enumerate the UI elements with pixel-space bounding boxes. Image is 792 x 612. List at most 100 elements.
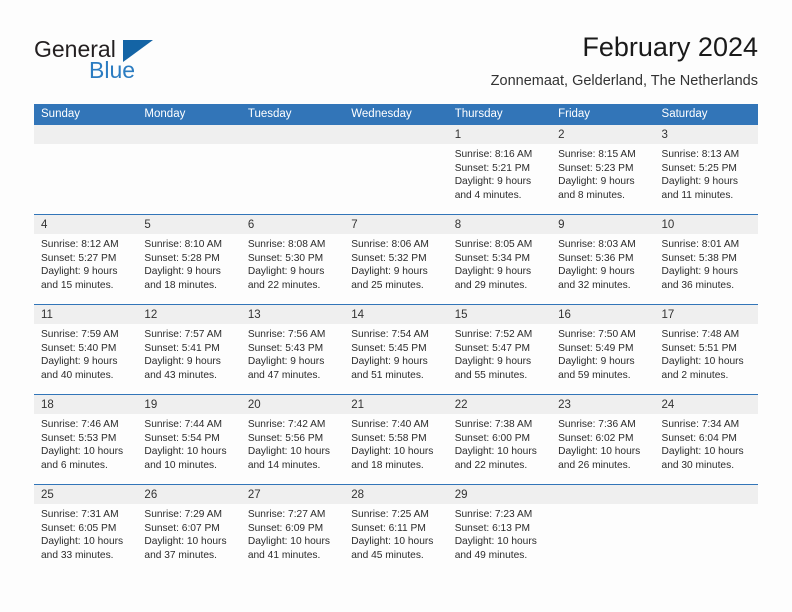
calendar-day-cell[interactable]: 14 Sunrise: 7:54 AM Sunset: 5:45 PM Dayligh… <box>344 305 448 394</box>
day-detail-line: Sunrise: 7:54 AM <box>351 329 429 340</box>
calendar-day-cell[interactable]: 8 Sunrise: 8:05 AM Sunset: 5:34 PM Daylight… <box>447 215 552 304</box>
day-detail-line: Sunset: 5:54 PM <box>144 432 220 444</box>
day-detail-line: Sunset: 6:09 PM <box>247 522 324 534</box>
calendar-day-cell[interactable]: 4 Sunrise: 8:12 AM Sunset: 5:27 PM Daylight… <box>34 215 138 304</box>
calendar-day-cell[interactable]: 21 Sunrise: 7:40 AM Sunset: 5:58 PM Dayligh… <box>344 395 448 484</box>
calendar-day-cell[interactable]: 16 Sunrise: 7:50 AM Sunset: 5:49 PM Dayligh… <box>551 305 655 394</box>
day-number-band: 26 <box>137 485 241 504</box>
day-details <box>34 144 137 148</box>
day-detail-line: Daylight: 10 hours <box>41 536 124 548</box>
day-detail-line: Daylight: 9 hours <box>247 356 325 368</box>
calendar-day-cell[interactable]: 17 Sunrise: 7:48 AM Sunset: 5:51 PM Dayligh… <box>654 305 758 394</box>
calendar-day-cell[interactable]: 20 Sunrise: 7:42 AM Sunset: 5:56 PM Dayligh… <box>240 395 345 484</box>
day-number-band: 14 <box>344 305 448 324</box>
calendar-day-cell[interactable]: 12 Sunrise: 7:57 AM Sunset: 5:41 PM Dayligh… <box>137 305 241 394</box>
calendar-day-cell[interactable]: 22 Sunrise: 7:38 AM Sunset: 6:00 PM Dayligh… <box>447 395 552 484</box>
day-detail-line: Sunset: 5:43 PM <box>247 342 324 354</box>
weekday-header-wednesday: Wednesday <box>351 108 412 120</box>
day-number: 15 <box>454 309 468 321</box>
day-detail-line: Daylight: 10 hours <box>144 536 227 548</box>
calendar-day-cell[interactable]: 25 Sunrise: 7:31 AM Sunset: 6:05 PM Dayligh… <box>34 485 138 574</box>
day-detail-line: and 55 minutes. <box>454 369 528 381</box>
calendar-day-cell[interactable]: 7 Sunrise: 8:06 AM Sunset: 5:32 PM Daylight… <box>344 215 448 304</box>
day-number-band: 16 <box>551 305 655 324</box>
day-detail-line: Sunrise: 8:10 AM <box>144 239 223 250</box>
calendar-day-cell[interactable]: 3 Sunrise: 8:13 AM Sunset: 5:25 PM Daylight… <box>654 125 758 214</box>
day-details: Sunrise: 7:29 AM Sunset: 6:07 PM Daylight:… <box>137 504 240 562</box>
day-detail-line: Sunrise: 7:59 AM <box>41 329 119 340</box>
day-number-band: 2 <box>551 125 655 144</box>
calendar-day-cell[interactable]: 27 Sunrise: 7:27 AM Sunset: 6:09 PM Dayligh… <box>240 485 345 574</box>
day-number: 3 <box>661 129 668 141</box>
day-detail-line: and 22 minutes. <box>454 459 528 471</box>
day-detail-line: and 11 minutes. <box>661 189 734 201</box>
calendar-day-cell[interactable]: 6 Sunrise: 8:08 AM Sunset: 5:30 PM Daylight… <box>240 215 345 304</box>
calendar-day-cell[interactable]: 23 Sunrise: 7:36 AM Sunset: 6:02 PM Dayligh… <box>551 395 655 484</box>
day-detail-line: and 4 minutes. <box>454 189 522 201</box>
day-detail-line: Sunset: 5:56 PM <box>247 432 324 444</box>
calendar-day-cell[interactable]: 28 Sunrise: 7:25 AM Sunset: 6:11 PM Dayligh… <box>344 485 448 574</box>
day-details: Sunrise: 7:42 AM Sunset: 5:56 PM Daylight:… <box>241 414 344 472</box>
day-number-band <box>344 125 448 144</box>
day-details: Sunrise: 7:44 AM Sunset: 5:54 PM Daylight:… <box>137 414 240 472</box>
calendar-day-cell[interactable]: 13 Sunrise: 7:56 AM Sunset: 5:43 PM Dayligh… <box>240 305 345 394</box>
calendar-day-cell[interactable]: 9 Sunrise: 8:03 AM Sunset: 5:36 PM Daylight… <box>551 215 655 304</box>
calendar-day-cell[interactable]: 29 Sunrise: 7:23 AM Sunset: 6:13 PM Dayligh… <box>447 485 552 574</box>
calendar-day-cell-empty[interactable] <box>344 125 448 214</box>
calendar-day-cell-empty[interactable] <box>137 125 241 214</box>
calendar-day-cell-empty[interactable] <box>240 125 345 214</box>
day-detail-line: Sunset: 5:30 PM <box>247 252 324 264</box>
day-number-band: 7 <box>344 215 448 234</box>
day-detail-line: Sunset: 5:45 PM <box>351 342 427 354</box>
day-detail-line: and 30 minutes. <box>661 459 735 471</box>
day-detail-line: Daylight: 9 hours <box>41 356 118 368</box>
day-details: Sunrise: 8:15 AM Sunset: 5:23 PM Daylight:… <box>551 144 654 202</box>
calendar-week-row: 11 Sunrise: 7:59 AM Sunset: 5:40 PM Dayligh… <box>34 304 758 394</box>
calendar-day-cell[interactable]: 5 Sunrise: 8:10 AM Sunset: 5:28 PM Daylight… <box>137 215 241 304</box>
calendar-week-row: 18 Sunrise: 7:46 AM Sunset: 5:53 PM Dayligh… <box>34 394 758 484</box>
day-detail-line: Daylight: 9 hours <box>144 356 221 368</box>
day-detail-line: and 51 minutes. <box>351 369 424 381</box>
day-number: 1 <box>454 129 462 141</box>
day-number-band <box>137 125 241 144</box>
day-detail-line: Daylight: 9 hours <box>351 356 428 368</box>
calendar-day-cell[interactable]: 11 Sunrise: 7:59 AM Sunset: 5:40 PM Dayligh… <box>34 305 138 394</box>
day-number-band: 29 <box>447 485 552 504</box>
day-details <box>241 144 344 148</box>
page-title: February 2024 <box>582 32 758 62</box>
brand-logo[interactable]: General Blue <box>34 36 204 88</box>
day-detail-line: Daylight: 9 hours <box>454 266 532 278</box>
calendar-day-cell-empty[interactable] <box>34 125 138 214</box>
day-number-band: 24 <box>654 395 758 414</box>
day-detail-line: Sunrise: 8:13 AM <box>661 149 740 160</box>
day-detail-line: Daylight: 10 hours <box>351 446 434 458</box>
calendar-day-cell[interactable]: 2 Sunrise: 8:15 AM Sunset: 5:23 PM Daylight… <box>551 125 655 214</box>
day-number-band: 4 <box>34 215 138 234</box>
calendar-day-cell[interactable]: 15 Sunrise: 7:52 AM Sunset: 5:47 PM Dayligh… <box>447 305 552 394</box>
day-number-band: 22 <box>447 395 552 414</box>
calendar-day-cell[interactable]: 1 Sunrise: 8:16 AM Sunset: 5:21 PM Daylight… <box>447 125 552 214</box>
day-detail-line: Sunrise: 8:05 AM <box>454 239 533 250</box>
day-detail-line: Sunset: 6:07 PM <box>144 522 220 534</box>
day-detail-line: Daylight: 9 hours <box>41 266 118 278</box>
day-detail-line: Sunrise: 7:38 AM <box>454 419 533 430</box>
day-detail-line: Sunset: 6:11 PM <box>351 522 426 534</box>
calendar-day-cell-empty[interactable] <box>654 485 758 574</box>
calendar-day-cell-empty[interactable] <box>551 485 655 574</box>
day-details: Sunrise: 8:01 AM Sunset: 5:38 PM Daylight:… <box>655 234 758 292</box>
day-number-band: 1 <box>447 125 552 144</box>
day-detail-line: Sunrise: 7:25 AM <box>351 509 429 520</box>
day-details: Sunrise: 7:25 AM Sunset: 6:11 PM Daylight:… <box>344 504 447 562</box>
calendar-day-cell[interactable]: 10 Sunrise: 8:01 AM Sunset: 5:38 PM Dayligh… <box>654 215 758 304</box>
page-subtitle: Zonnemaat, Gelderland, The Netherlands <box>490 73 758 89</box>
calendar-weeks: 1 Sunrise: 8:16 AM Sunset: 5:21 PM Daylight… <box>34 125 758 574</box>
day-detail-line: and 41 minutes. <box>247 549 321 561</box>
day-detail-line: Sunrise: 7:40 AM <box>351 419 429 430</box>
calendar-day-cell[interactable]: 24 Sunrise: 7:34 AM Sunset: 6:04 PM Dayligh… <box>654 395 758 484</box>
day-number: 17 <box>661 309 675 321</box>
weekday-header-monday: Monday <box>144 108 186 120</box>
weekday-header-friday: Friday <box>558 108 591 120</box>
calendar-day-cell[interactable]: 18 Sunrise: 7:46 AM Sunset: 5:53 PM Dayligh… <box>34 395 138 484</box>
calendar-day-cell[interactable]: 19 Sunrise: 7:44 AM Sunset: 5:54 PM Dayligh… <box>137 395 241 484</box>
calendar-day-cell[interactable]: 26 Sunrise: 7:29 AM Sunset: 6:07 PM Dayligh… <box>137 485 241 574</box>
